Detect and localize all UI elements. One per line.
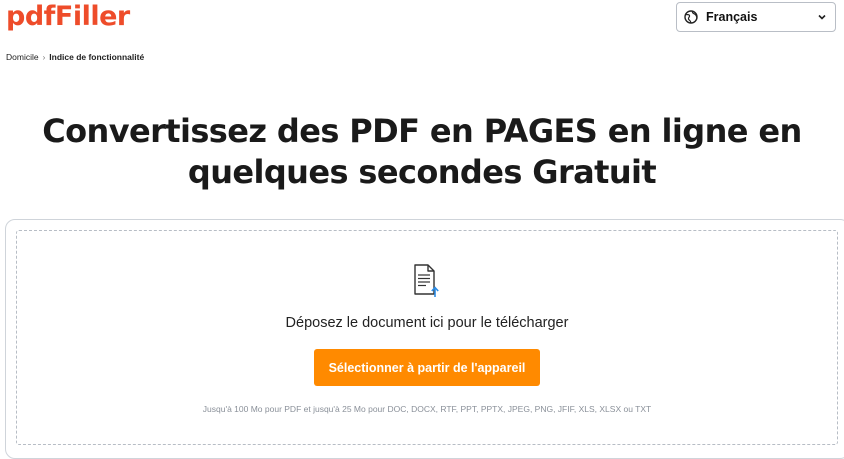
select-from-device-button[interactable]: Sélectionner à partir de l'appareil bbox=[314, 349, 540, 386]
pdffiller-logo[interactable]: pdfFiller bbox=[6, 0, 130, 34]
page-title: Convertissez des PDF en PAGES en ligne e… bbox=[0, 111, 844, 193]
page-title-line-2: quelques secondes Gratuit bbox=[187, 153, 657, 191]
globe-icon bbox=[684, 10, 698, 24]
chevron-down-icon bbox=[817, 12, 827, 22]
drop-instructions: Déposez le document ici pour le téléchar… bbox=[285, 315, 569, 331]
breadcrumb-item-home[interactable]: Domicile bbox=[6, 52, 39, 62]
breadcrumb-item-current: Indice de fonctionnalité bbox=[49, 52, 145, 62]
language-select[interactable]: Français bbox=[676, 2, 836, 32]
page-title-line-1: Convertissez des PDF en PAGES en ligne e… bbox=[42, 112, 802, 150]
breadcrumb-separator: › bbox=[42, 52, 46, 62]
language-selected-value: Français bbox=[706, 10, 758, 24]
document-upload-icon bbox=[413, 264, 441, 298]
file-size-limits: Jusqu'à 100 Mo pour PDF et jusqu'à 25 Mo… bbox=[202, 404, 652, 414]
breadcrumb: Domicile › Indice de fonctionnalité bbox=[6, 52, 144, 62]
